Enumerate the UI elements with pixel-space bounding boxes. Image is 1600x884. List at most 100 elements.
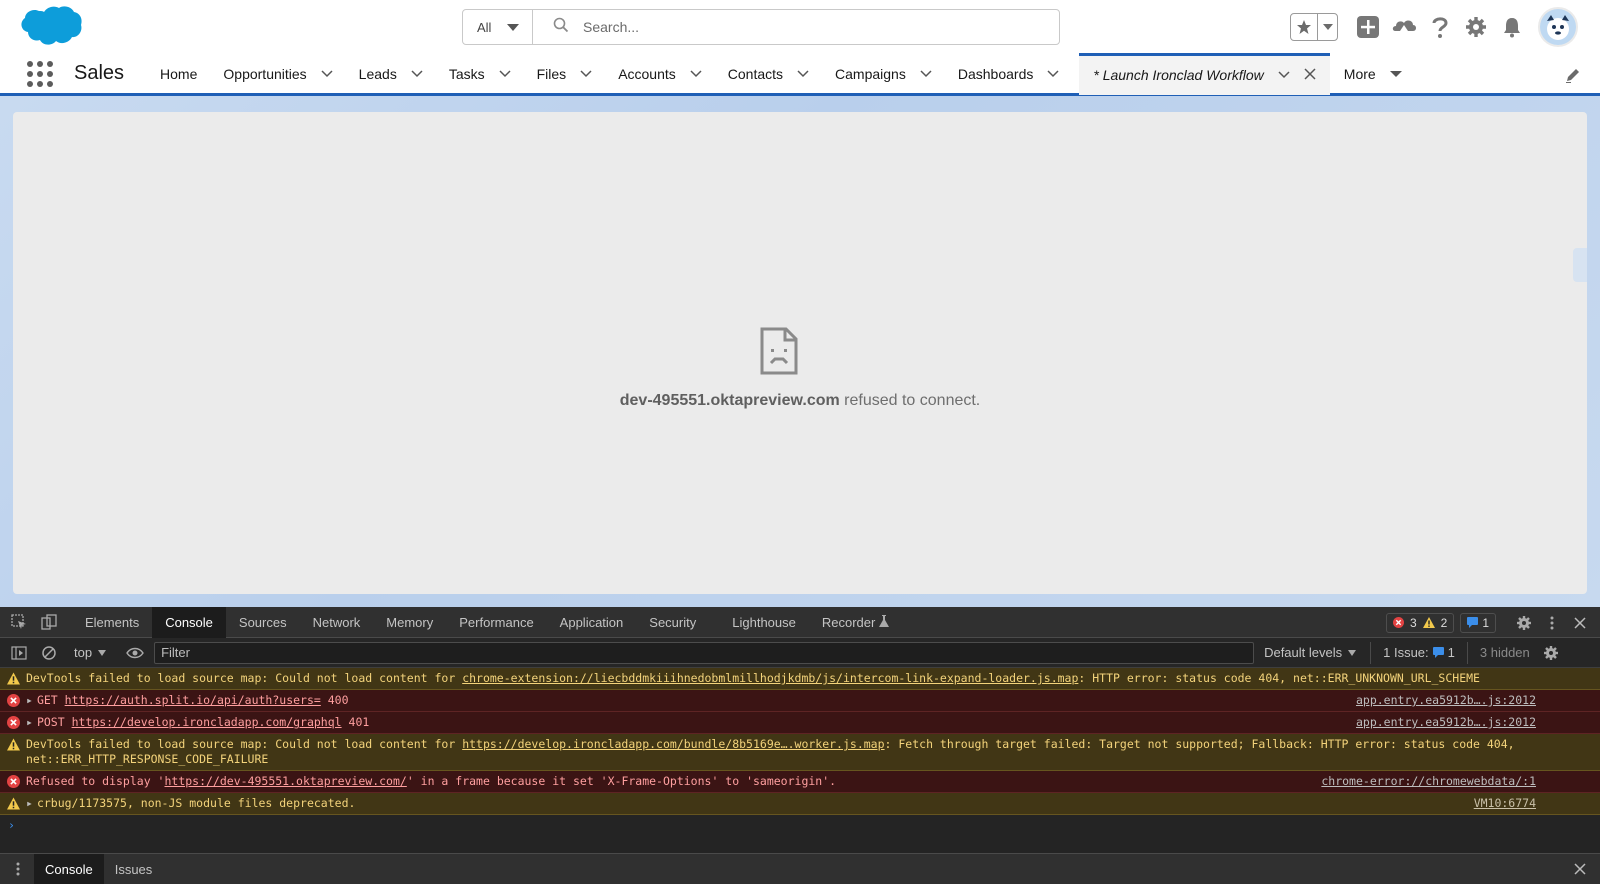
message-link[interactable]: https://develop.ironcladapp.com/graphql (72, 715, 342, 729)
message-text: crbug/1173575, non-JS module files depre… (37, 796, 356, 811)
error-icon (1392, 617, 1404, 628)
nav-item-home[interactable]: Home (160, 53, 197, 95)
devtools-tab-sources[interactable]: Sources (226, 607, 300, 638)
message-prefix: Refused to display ' (26, 774, 165, 788)
console-message-warning[interactable]: DevTools failed to load source map: Coul… (0, 668, 1600, 690)
message-source-link[interactable]: chrome-error://chromewebdata/:1 (1321, 774, 1536, 789)
edit-nav-pencil-icon[interactable] (1564, 66, 1582, 84)
favorites-star-icon[interactable] (1291, 14, 1318, 40)
console-message-error[interactable]: ▸ POST https://develop.ironcladapp.com/g… (0, 712, 1600, 734)
nav-more-menu[interactable]: More (1344, 53, 1402, 95)
chevron-down-icon[interactable] (1278, 69, 1290, 81)
console-toolbar: top Default levels 1 Issue: 1 3 hidden (0, 638, 1600, 668)
execution-context-select[interactable]: top (74, 645, 107, 660)
console-prompt[interactable]: › (0, 815, 1600, 835)
devtools-more-options-icon[interactable] (1538, 607, 1566, 638)
help-icon[interactable] (1422, 9, 1458, 45)
filter-input[interactable] (161, 645, 1254, 660)
devtools-tab-lighthouse[interactable]: Lighthouse (719, 607, 809, 638)
message-source-link[interactable]: VM10:6774 (1474, 796, 1536, 811)
clear-console-icon[interactable] (38, 642, 60, 664)
close-tab-icon[interactable] (1304, 67, 1316, 83)
message-source-link[interactable]: app.entry.ea5912b….js:2012 (1356, 693, 1536, 708)
search-scope-dropdown[interactable]: All (463, 10, 533, 44)
tab-label: Sources (238, 614, 287, 630)
global-header: All (0, 0, 1600, 54)
message-prefix: GET (36, 693, 65, 707)
nav-item-contacts[interactable]: Contacts (728, 53, 809, 95)
tab-launch-ironclad-workflow[interactable]: * Launch Ironclad Workflow (1079, 52, 1330, 95)
message-prefix: DevTools failed to load source map: Coul… (26, 671, 463, 685)
message-source-link[interactable]: app.entry.ea5912b….js:2012 (1356, 715, 1536, 730)
message-link[interactable]: https://develop.ironcladapp.com/bundle/8… (462, 737, 884, 751)
chevron-down-icon[interactable] (690, 68, 702, 80)
global-actions-icon[interactable] (1350, 9, 1386, 45)
devtools-tab-bar: Elements Console Sources Network Memory … (0, 606, 1600, 638)
app-launcher-icon[interactable] (26, 60, 54, 88)
favorites-list-icon[interactable] (1318, 23, 1337, 31)
expand-triangle-icon[interactable]: ▸ (26, 715, 33, 730)
console-message-error[interactable]: ▸ GET https://auth.split.io/api/auth?use… (0, 690, 1600, 712)
drawer-tab-console[interactable]: Console (34, 854, 104, 884)
chevron-down-icon[interactable] (1047, 68, 1059, 80)
devtools-tab-memory[interactable]: Memory (373, 607, 446, 638)
devtools-tab-elements[interactable]: Elements (72, 607, 152, 638)
log-levels-dropdown[interactable]: Default levels (1264, 645, 1357, 660)
chevron-down-icon[interactable] (321, 68, 333, 80)
notifications-bell-icon[interactable] (1494, 9, 1530, 45)
warning-icon (7, 672, 20, 685)
nav-item-tasks[interactable]: Tasks (449, 53, 511, 95)
search-input[interactable] (583, 19, 983, 35)
devtools-tab-console[interactable]: Console (152, 606, 226, 638)
chevron-down-icon[interactable] (580, 68, 592, 80)
devtools-tab-recorder[interactable]: Recorder (809, 607, 902, 638)
caret-down-icon[interactable] (1389, 68, 1402, 80)
trailhead-icon[interactable] (1386, 9, 1422, 45)
chevron-down-icon[interactable] (797, 68, 809, 80)
drawer-menu-icon[interactable] (8, 862, 28, 876)
setup-gear-icon[interactable] (1458, 9, 1494, 45)
devtools-tab-application[interactable]: Application (547, 607, 637, 638)
message-text: GET https://auth.split.io/api/auth?users… (37, 693, 349, 708)
message-link[interactable]: chrome-extension://liecbddmkiiihnedobmlm… (462, 671, 1078, 685)
console-message-error[interactable]: Refused to display 'https://dev-495551.o… (0, 771, 1600, 793)
console-message-warning[interactable]: ▸ crbug/1173575, non-JS module files dep… (0, 793, 1600, 815)
drawer-tab-issues[interactable]: Issues (104, 854, 164, 884)
console-message-warning[interactable]: DevTools failed to load source map: Coul… (0, 734, 1600, 771)
context-value: top (74, 645, 93, 660)
devtools-tab-security[interactable]: Security (636, 607, 709, 638)
nav-item-leads[interactable]: Leads (359, 53, 423, 95)
side-panel-handle[interactable] (1573, 248, 1587, 282)
warning-count: 2 (1440, 615, 1448, 630)
nav-item-files[interactable]: Files (537, 53, 593, 95)
message-text: DevTools failed to load source map: Coul… (26, 671, 1480, 686)
devtools-close-icon[interactable] (1566, 607, 1594, 638)
salesforce-logo[interactable] (16, 4, 84, 50)
devtools-tab-network[interactable]: Network (300, 607, 374, 638)
drawer-close-icon[interactable] (1574, 862, 1588, 876)
devtools-settings-gear-icon[interactable] (1510, 607, 1538, 638)
show-sidebar-icon[interactable] (8, 642, 30, 664)
chevron-down-icon[interactable] (499, 68, 511, 80)
inspect-element-icon[interactable] (8, 611, 30, 633)
devtools-tab-performance[interactable]: Performance (446, 607, 546, 638)
error-warning-counter[interactable]: 3 2 (1385, 612, 1455, 633)
message-link[interactable]: https://dev-495551.oktapreview.com/ (164, 774, 406, 788)
caret-down-icon (507, 23, 520, 31)
expand-triangle-icon[interactable]: ▸ (26, 693, 33, 708)
expand-triangle-icon[interactable]: ▸ (26, 796, 33, 811)
issues-button[interactable]: 1 Issue: 1 (1370, 641, 1468, 664)
user-avatar[interactable] (1538, 7, 1578, 47)
nav-item-campaigns[interactable]: Campaigns (835, 53, 932, 95)
console-settings-gear-icon[interactable] (1540, 642, 1562, 664)
nav-item-accounts[interactable]: Accounts (618, 53, 702, 95)
nav-item-dashboards[interactable]: Dashboards (958, 53, 1060, 95)
experimental-flask-icon (879, 614, 890, 630)
message-link[interactable]: https://auth.split.io/api/auth?users= (65, 693, 321, 707)
chevron-down-icon[interactable] (411, 68, 423, 80)
nav-item-opportunities[interactable]: Opportunities (223, 53, 333, 95)
device-toolbar-icon[interactable] (38, 611, 60, 633)
chevron-down-icon[interactable] (920, 68, 932, 80)
live-expression-eye-icon[interactable] (124, 642, 146, 664)
info-counter[interactable]: 1 (1460, 612, 1496, 633)
